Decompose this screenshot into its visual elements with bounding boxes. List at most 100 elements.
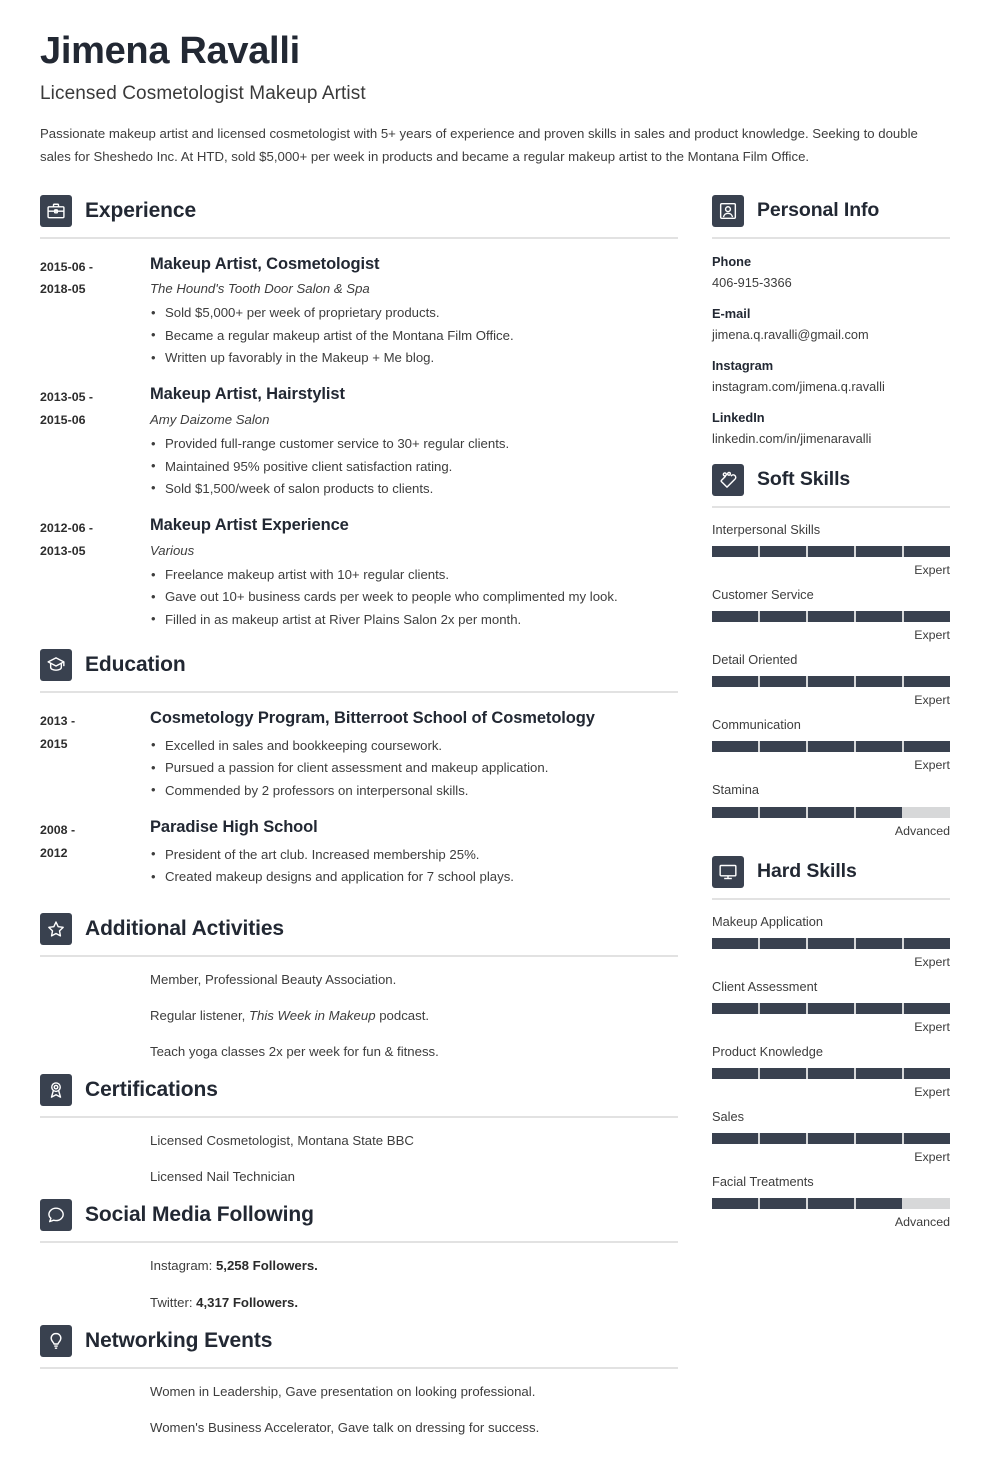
hard-skills-list: Makeup Application Expert Client Assessmen… [712,912,950,1229]
bullet-item: Maintained 95% positive client satisfact… [150,455,678,478]
skill-segment [904,806,950,818]
entry: 2015-06 -2018-05 Makeup Artist, Cosmetolo… [40,254,678,370]
section-header: Additional Activities [40,909,678,945]
section-title: Personal Info [757,199,880,222]
section-divider [712,236,950,239]
section-soft-skills: Soft Skills Interpersonal Skills Expert Cu… [712,460,950,838]
skill-name: Makeup Application [712,913,823,929]
skill-level: Expert [914,1085,950,1100]
skill-segment [808,1002,854,1014]
skill-segment [904,610,950,622]
bullet-item: Freelance makeup artist with 10+ regular… [150,564,678,587]
skill-segment [904,1068,950,1080]
skill-bar [712,676,950,688]
personal-info-value[interactable]: jimena.q.ravalli@gmail.com [712,325,950,345]
highlight-text: 5,258 Followers. [215,1258,318,1274]
entry-bullets: President of the art club. Increased mem… [150,843,678,889]
soft-skills-list: Interpersonal Skills Expert Customer Servi… [712,520,950,838]
skill-name: Communication [712,717,801,733]
section-title: Networking Events [85,1328,273,1352]
monitor-icon [712,855,744,888]
section-title: Social Media Following [85,1203,314,1227]
section-divider [40,1116,678,1119]
skill-segment [712,806,758,818]
skill-level: Expert [914,562,950,577]
personal-info-label: Phone [712,253,752,269]
section-header: Hard Skills [712,852,950,888]
skill-item: Communication Expert [712,715,950,772]
section-header: Social Media Following [40,1195,678,1232]
entry-bullets: Freelance makeup artist with 10+ regular… [150,564,678,631]
skill-name: Facial Treatments [712,1174,814,1190]
skill-segment [856,806,902,818]
list-item: Licensed Nail Technician [150,1169,295,1185]
skill-segment [856,741,902,753]
skill-segment [712,610,758,622]
highlight-text: 4,317 Followers. [196,1294,299,1310]
personal-info-item: LinkedIn linkedin.com/in/jimenaravalli [712,408,950,449]
skill-name: Sales [712,1109,745,1125]
certifications-list: Licensed Cosmetologist, Montana State BB… [40,1130,678,1187]
bullet-item: Gave out 10+ business cards per week to … [150,586,678,609]
entry: 2008 -2012 Paradise High School President … [40,817,678,889]
skill-segment [760,741,806,753]
skill-segment [760,610,806,622]
social-media-list: Instagram: 5,258 Followers. Twitter: 4,31… [40,1255,678,1312]
skill-segment [760,676,806,688]
list-item: Instagram: 5,258 Followers. [150,1258,318,1274]
entry-organization: Amy Daizome Salon [150,412,270,428]
skill-level: Expert [914,1150,950,1165]
skill-level: Expert [914,1019,950,1034]
bullet-item: Became a regular makeup artist of the Mo… [150,324,678,347]
entry-body: Cosmetology Program, Bitterroot School o… [150,708,678,802]
hand-heart-icon [712,463,744,496]
skill-segment [856,545,902,557]
entry-bullets: Sold $5,000+ per week of proprietary pro… [150,302,678,369]
skill-item: Stamina Advanced [712,780,950,838]
skill-segment [712,1198,758,1210]
skill-bar [712,1068,950,1080]
bullet-item: President of the art club. Increased mem… [150,843,678,866]
skill-segment [808,806,854,818]
entry-role: Cosmetology Program, Bitterroot School o… [150,709,595,728]
skill-segment [712,676,758,688]
skill-item: Detail Oriented Expert [712,650,950,707]
bullet-item: Filled in as makeup artist at River Plai… [150,608,678,631]
section-social-media: Social Media Following Instagram: 5,258 … [40,1195,678,1312]
personal-info-label: Instagram [712,357,774,373]
activities-list: Member, Professional Beauty Association.… [40,969,678,1062]
section-divider [40,1366,678,1369]
skill-segment [904,1002,950,1014]
bullet-item: Sold $1,500/week of salon products to cl… [150,477,678,500]
skill-level: Expert [914,627,950,642]
experience-entries: 2015-06 -2018-05 Makeup Artist, Cosmetolo… [40,254,678,632]
skill-segment [856,676,902,688]
bullet-item: Written up favorably in the Makeup + Me … [150,347,678,370]
entry-date: 2013-05 -2015-06 [40,390,94,428]
bullet-item: Provided full-range customer service to … [150,433,678,456]
skill-segment [904,1133,950,1145]
section-header: Personal Info [712,191,950,227]
skill-item: Product Knowledge Expert [712,1042,950,1099]
skill-segment [808,741,854,753]
skill-item: Makeup Application Expert [712,912,950,969]
skill-segment [904,545,950,557]
skill-segment [808,610,854,622]
list-item: Licensed Cosmetologist, Montana State BB… [150,1133,414,1149]
personal-info-label: LinkedIn [712,409,765,425]
skill-item: Client Assessment Expert [712,977,950,1034]
personal-info-value[interactable]: linkedin.com/in/jimenaravalli [712,429,950,449]
skill-bar [712,1133,950,1145]
list-item: Teach yoga classes 2x per week for fun &… [150,1044,439,1060]
list-item: Twitter: 4,317 Followers. [150,1294,299,1310]
skill-bar [712,806,950,818]
section-title: Experience [85,198,197,222]
personal-info-value[interactable]: 406-915-3366 [712,273,950,293]
section-title: Education [85,653,186,677]
personal-info-value[interactable]: instagram.com/jimena.q.ravalli [712,377,950,397]
skill-name: Product Knowledge [712,1043,823,1059]
award-ribbon-icon [40,1074,72,1107]
skill-segment [760,806,806,818]
skill-segment [712,741,758,753]
entry: 2012-06 -2013-05 Makeup Artist Experience… [40,515,678,631]
